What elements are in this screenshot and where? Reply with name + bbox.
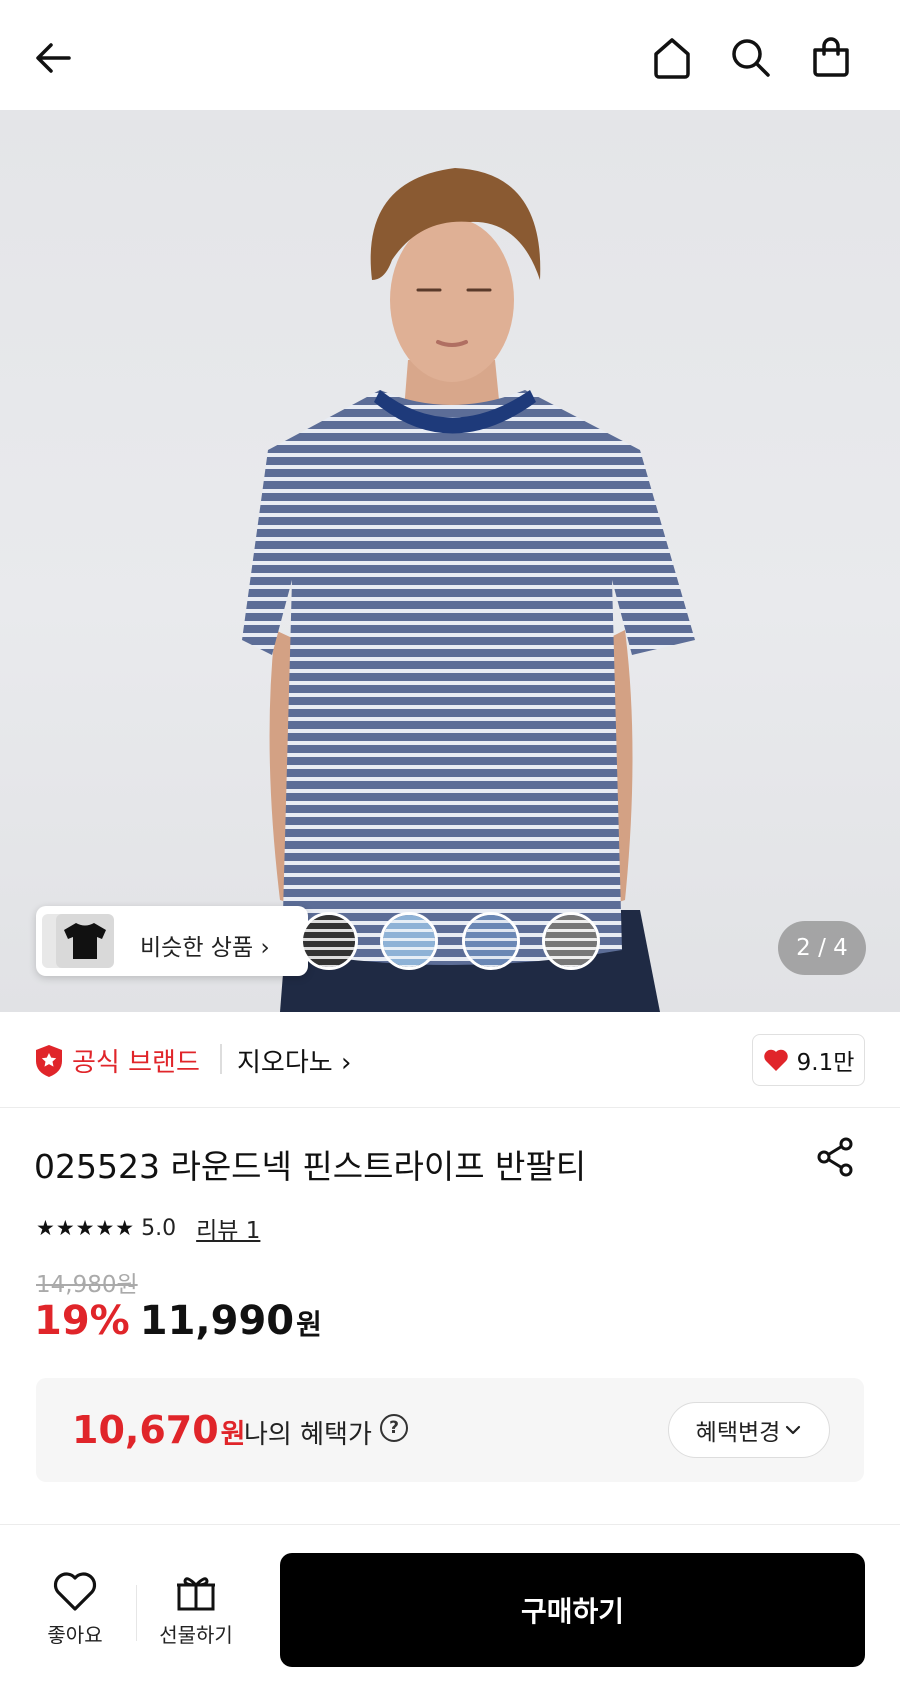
share-icon (817, 1137, 853, 1177)
benefit-change-button[interactable]: 혜택변경 (668, 1402, 830, 1458)
review-link[interactable]: 리뷰 1 (196, 1211, 260, 1245)
search-button[interactable] (720, 27, 782, 89)
arrow-left-icon (36, 43, 71, 73)
brand-row: 공식 브랜드 지오다노 › 9.1만 (0, 1012, 900, 1108)
brand-name: 지오다노 (237, 1048, 333, 1078)
chevron-down-icon (786, 1425, 801, 1435)
benefit-price: 10,670 원 (72, 1408, 245, 1452)
heart-outline-icon (53, 1572, 97, 1611)
buy-button[interactable]: 구매하기 (280, 1553, 865, 1667)
chevron-right-icon: › (340, 1048, 352, 1078)
currency-unit: 원 (296, 1308, 322, 1341)
official-brand-label: 공식 브랜드 (72, 1048, 200, 1078)
divider (220, 1044, 222, 1074)
original-price: 14,980원 (36, 1272, 138, 1298)
help-icon[interactable]: ? (380, 1414, 408, 1442)
color-swatch-light-blue-stripe[interactable] (380, 912, 438, 970)
discount-rate: 19% (34, 1298, 130, 1344)
like-count-button[interactable]: 9.1만 (752, 1034, 865, 1086)
share-button[interactable] (812, 1133, 860, 1181)
product-image-carousel[interactable] (0, 110, 900, 1012)
brand-link[interactable]: 지오다노 › (237, 1042, 351, 1079)
search-icon (732, 39, 770, 77)
rating-score: 5.0 (141, 1215, 177, 1241)
benefit-label: 나의 혜택가 (244, 1420, 372, 1450)
home-icon (654, 38, 690, 79)
rating-row: ★★★★★ 5.0 리뷰 1 (36, 1211, 260, 1245)
my-benefit-box: 10,670 원 나의 혜택가 ? 혜택변경 (36, 1378, 864, 1482)
like-count: 9.1만 (796, 1050, 855, 1076)
price-row: 19% 11,990 원 (34, 1298, 322, 1344)
like-button[interactable]: 좋아요 (25, 1571, 125, 1648)
sale-price: 11,990 (139, 1298, 295, 1344)
star-rating: ★★★★★ (36, 1216, 136, 1240)
color-swatch-black-stripe[interactable] (300, 912, 358, 970)
official-brand-badge: 공식 브랜드 (34, 1042, 200, 1079)
back-button[interactable] (22, 27, 84, 89)
tshirt-icon (64, 923, 106, 959)
benefit-price-value: 10,670 (72, 1408, 219, 1452)
benefit-change-label: 혜택변경 (695, 1420, 781, 1446)
bottom-action-bar: 좋아요 선물하기 구매하기 (0, 1524, 900, 1693)
color-swatch-gray-stripe[interactable] (542, 912, 600, 970)
product-photo (242, 168, 695, 1012)
gift-label: 선물하기 (159, 1623, 233, 1647)
gift-icon (177, 1577, 215, 1611)
image-counter: 2 / 4 (778, 921, 866, 975)
cart-button[interactable] (800, 27, 862, 89)
top-bar (0, 0, 900, 110)
official-shield-icon (36, 1044, 62, 1077)
chevron-right-icon: › (260, 935, 270, 961)
color-swatch-blue-stripe[interactable] (462, 912, 520, 970)
divider (136, 1585, 137, 1641)
benefit-currency: 원 (220, 1419, 246, 1450)
similar-thumb (56, 914, 114, 968)
home-button[interactable] (641, 27, 703, 89)
product-title: 025523 라운드넥 핀스트라이프 반팔티 (34, 1147, 587, 1186)
gift-button[interactable]: 선물하기 (146, 1571, 246, 1648)
shopping-bag-icon (813, 37, 849, 77)
similar-products-button[interactable]: 비슷한 상품 › (36, 906, 308, 976)
heart-filled-icon (763, 1049, 788, 1071)
like-label: 좋아요 (47, 1623, 103, 1647)
similar-products-label: 비슷한 상품 › (140, 935, 270, 961)
